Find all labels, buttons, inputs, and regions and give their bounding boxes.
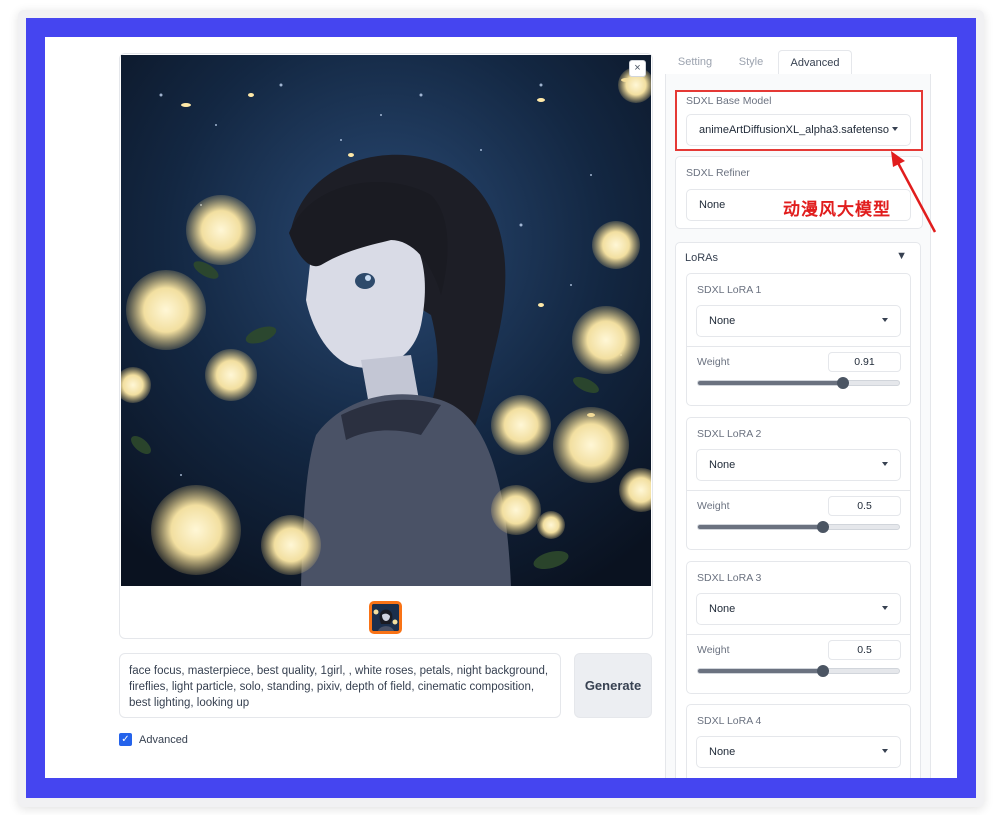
advanced-toggle[interactable]: ✓ Advanced bbox=[119, 733, 188, 746]
lora-3-weight-input[interactable]: 0.5 bbox=[828, 640, 901, 660]
tab-setting[interactable]: Setting bbox=[671, 50, 719, 75]
loras-header[interactable]: LoRAs ▼ bbox=[675, 242, 919, 272]
tab-style[interactable]: Style bbox=[729, 50, 773, 75]
lora-card-1: SDXL LoRA 1 None Weight 0.91 bbox=[686, 273, 911, 406]
lora-1-weight-input[interactable]: 0.91 bbox=[828, 352, 901, 372]
prompt-input[interactable]: face focus, masterpiece, best quality, 1… bbox=[119, 653, 561, 718]
chevron-down-icon bbox=[882, 318, 888, 322]
slider-thumb[interactable] bbox=[816, 521, 829, 533]
lora-3-weight: Weight 0.5 bbox=[687, 634, 910, 694]
lora-4-dropdown[interactable]: None bbox=[696, 736, 901, 768]
advanced-checkbox-label: Advanced bbox=[139, 733, 188, 746]
weight-label: Weight bbox=[697, 644, 730, 656]
lora-3-weight-slider[interactable] bbox=[697, 665, 900, 677]
lora-3-label: SDXL LoRA 3 bbox=[697, 572, 762, 584]
close-image-button[interactable]: × bbox=[629, 60, 646, 77]
weight-label: Weight bbox=[697, 500, 730, 512]
lora-3-dropdown[interactable]: None bbox=[696, 593, 901, 625]
lora-card-2: SDXL LoRA 2 None Weight 0.5 bbox=[686, 417, 911, 550]
annotation-arrow-icon bbox=[891, 151, 937, 233]
lora-1-weight: Weight 0.91 bbox=[687, 346, 910, 406]
loras-title: LoRAs bbox=[685, 252, 719, 264]
chevron-down-icon bbox=[882, 749, 888, 753]
highlight-box bbox=[675, 90, 923, 151]
collapse-triangle-icon[interactable]: ▼ bbox=[896, 250, 907, 262]
lora-2-value: None bbox=[709, 459, 736, 471]
generate-button[interactable]: Generate bbox=[574, 653, 652, 718]
annotation-text: 动漫风大模型 bbox=[783, 200, 891, 220]
lora-4-label: SDXL LoRA 4 bbox=[697, 715, 762, 727]
refiner-value: None bbox=[699, 199, 726, 211]
lora-card-3: SDXL LoRA 3 None Weight 0.5 bbox=[686, 561, 911, 694]
settings-tabs: Setting Style Advanced bbox=[665, 50, 931, 75]
chevron-down-icon bbox=[882, 606, 888, 610]
app-canvas: × face focus, masterpiece, best quality,… bbox=[45, 37, 957, 778]
lora-2-label: SDXL LoRA 2 bbox=[697, 428, 762, 440]
lora-1-weight-slider[interactable] bbox=[697, 377, 900, 389]
slider-thumb[interactable] bbox=[816, 665, 829, 677]
lora-2-weight-slider[interactable] bbox=[697, 521, 900, 533]
lora-4-value: None bbox=[709, 746, 736, 758]
refiner-label: SDXL Refiner bbox=[686, 167, 750, 179]
generated-image[interactable] bbox=[121, 55, 651, 586]
lora-2-dropdown[interactable]: None bbox=[696, 449, 901, 481]
slider-thumb[interactable] bbox=[836, 377, 849, 389]
weight-label: Weight bbox=[697, 356, 730, 368]
image-thumbnail[interactable] bbox=[369, 601, 402, 634]
advanced-checkbox[interactable]: ✓ bbox=[119, 733, 132, 746]
lora-card-4: SDXL LoRA 4 None bbox=[686, 704, 911, 778]
lora-2-weight: Weight 0.5 bbox=[687, 490, 910, 550]
lora-3-value: None bbox=[709, 603, 736, 615]
lora-2-weight-input[interactable]: 0.5 bbox=[828, 496, 901, 516]
lora-1-label: SDXL LoRA 1 bbox=[697, 284, 762, 296]
chevron-down-icon bbox=[882, 462, 888, 466]
lora-1-dropdown[interactable]: None bbox=[696, 305, 901, 337]
image-gallery: × bbox=[119, 53, 653, 639]
tab-advanced[interactable]: Advanced bbox=[778, 50, 852, 75]
lora-1-value: None bbox=[709, 315, 736, 327]
